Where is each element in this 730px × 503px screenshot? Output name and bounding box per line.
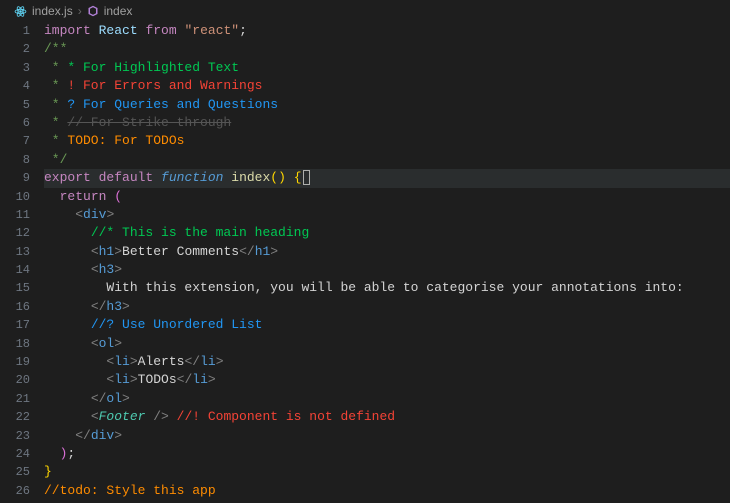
react-file-icon <box>14 5 27 18</box>
line-number: 26 <box>0 482 30 500</box>
line-number: 19 <box>0 353 30 371</box>
line-number: 18 <box>0 335 30 353</box>
line-number: 4 <box>0 77 30 95</box>
code-line[interactable]: <h1>Better Comments</h1> <box>44 243 730 261</box>
code-line[interactable]: //? Use Unordered List <box>44 316 730 334</box>
code-line[interactable]: <ol> <box>44 335 730 353</box>
editor-cursor <box>303 170 310 185</box>
code-line[interactable]: * * For Highlighted Text <box>44 59 730 77</box>
code-line[interactable]: * TODO: For TODOs <box>44 132 730 150</box>
code-line[interactable]: //* This is the main heading <box>44 224 730 242</box>
line-number: 21 <box>0 390 30 408</box>
code-line[interactable]: </div> <box>44 427 730 445</box>
code-line[interactable]: <h3> <box>44 261 730 279</box>
code-line[interactable]: </h3> <box>44 298 730 316</box>
line-number: 2 <box>0 40 30 58</box>
code-line[interactable]: ); <box>44 445 730 463</box>
code-line[interactable]: return ( <box>44 188 730 206</box>
code-line[interactable]: <li>Alerts</li> <box>44 353 730 371</box>
line-number: 25 <box>0 463 30 481</box>
line-number: 15 <box>0 279 30 297</box>
code-line[interactable]: } <box>44 463 730 481</box>
line-number: 17 <box>0 316 30 334</box>
code-line[interactable]: */ <box>44 151 730 169</box>
code-line[interactable]: </ol> <box>44 390 730 408</box>
line-number: 24 <box>0 445 30 463</box>
code-line[interactable]: * ? For Queries and Questions <box>44 96 730 114</box>
code-line[interactable]: <div> <box>44 206 730 224</box>
line-number: 8 <box>0 151 30 169</box>
line-number: 12 <box>0 224 30 242</box>
line-number: 16 <box>0 298 30 316</box>
code-editor[interactable]: 1234567891011121314151617181920212223242… <box>0 22 730 500</box>
symbol-function-icon <box>87 5 99 17</box>
code-line[interactable]: //todo: Style this app <box>44 482 730 500</box>
line-number: 1 <box>0 22 30 40</box>
breadcrumb-symbol[interactable]: index <box>104 2 133 21</box>
code-area[interactable]: import React from "react"; /** * * For H… <box>44 22 730 500</box>
line-number: 10 <box>0 188 30 206</box>
code-line[interactable]: * ! For Errors and Warnings <box>44 77 730 95</box>
line-number: 14 <box>0 261 30 279</box>
code-line[interactable]: * // For Strike through <box>44 114 730 132</box>
line-number: 11 <box>0 206 30 224</box>
code-line[interactable]: import React from "react"; <box>44 22 730 40</box>
line-number-gutter: 1234567891011121314151617181920212223242… <box>0 22 44 500</box>
line-number: 13 <box>0 243 30 261</box>
line-number: 23 <box>0 427 30 445</box>
code-line[interactable]: <Footer /> //! Component is not defined <box>44 408 730 426</box>
line-number: 3 <box>0 59 30 77</box>
line-number: 6 <box>0 114 30 132</box>
code-line-active[interactable]: export default function index() { <box>44 169 730 187</box>
breadcrumb-file[interactable]: index.js <box>32 2 73 21</box>
breadcrumb[interactable]: index.js › index <box>0 0 730 22</box>
line-number: 5 <box>0 96 30 114</box>
code-line[interactable]: /** <box>44 40 730 58</box>
chevron-right-icon: › <box>78 2 82 21</box>
line-number: 9 <box>0 169 30 187</box>
code-line[interactable]: With this extension, you will be able to… <box>44 279 730 297</box>
line-number: 22 <box>0 408 30 426</box>
line-number: 20 <box>0 371 30 389</box>
line-number: 7 <box>0 132 30 150</box>
code-line[interactable]: <li>TODOs</li> <box>44 371 730 389</box>
